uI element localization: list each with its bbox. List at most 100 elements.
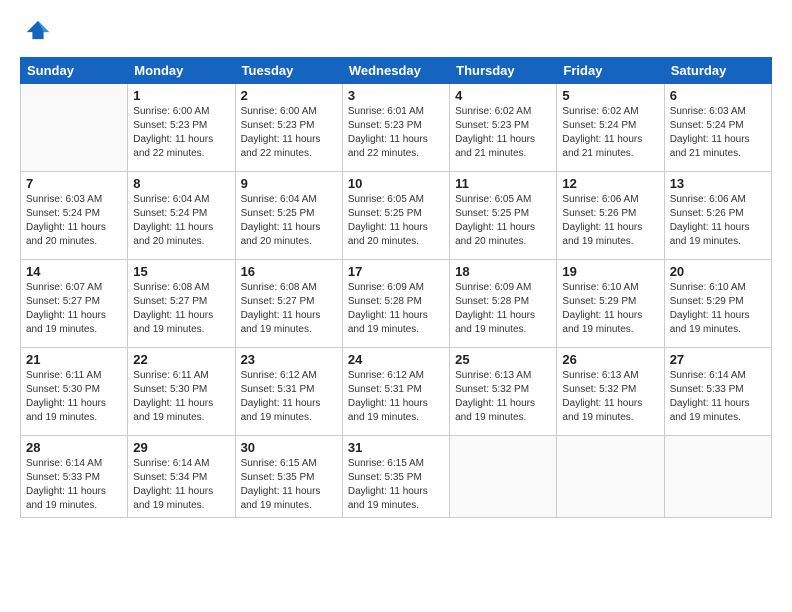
day-number: 14 <box>26 264 122 279</box>
day-info: Sunrise: 6:10 AM Sunset: 5:29 PM Dayligh… <box>562 281 658 337</box>
day-info: Sunrise: 6:07 AM Sunset: 5:27 PM Dayligh… <box>26 281 122 337</box>
header <box>20 16 772 49</box>
calendar-cell: 31 Sunrise: 6:15 AM Sunset: 5:35 PM Dayli… <box>342 436 449 518</box>
calendar-cell: 4 Sunrise: 6:02 AM Sunset: 5:23 PM Daylig… <box>450 84 557 172</box>
calendar-cell: 20 Sunrise: 6:10 AM Sunset: 5:29 PM Dayli… <box>664 260 771 348</box>
calendar-cell: 28 Sunrise: 6:14 AM Sunset: 5:33 PM Dayli… <box>21 436 128 518</box>
calendar-header-row: SundayMondayTuesdayWednesdayThursdayFrid… <box>21 58 772 84</box>
calendar-cell: 5 Sunrise: 6:02 AM Sunset: 5:24 PM Daylig… <box>557 84 664 172</box>
calendar-week-row: 7Sunrise: 6:03 AM Sunset: 5:24 PM Daylig… <box>21 172 772 260</box>
day-info: Sunrise: 6:12 AM Sunset: 5:31 PM Dayligh… <box>348 369 444 425</box>
day-info: Sunrise: 6:02 AM Sunset: 5:24 PM Dayligh… <box>562 105 658 161</box>
calendar-cell: 19 Sunrise: 6:10 AM Sunset: 5:29 PM Dayli… <box>557 260 664 348</box>
day-number: 30 <box>241 440 337 455</box>
day-number: 2 <box>241 88 337 103</box>
day-number: 5 <box>562 88 658 103</box>
calendar-cell: 25 Sunrise: 6:13 AM Sunset: 5:32 PM Dayli… <box>450 348 557 436</box>
day-info: Sunrise: 6:05 AM Sunset: 5:25 PM Dayligh… <box>455 193 551 249</box>
day-number: 22 <box>133 352 229 367</box>
day-info: Sunrise: 6:13 AM Sunset: 5:32 PM Dayligh… <box>562 369 658 425</box>
day-info: Sunrise: 6:02 AM Sunset: 5:23 PM Dayligh… <box>455 105 551 161</box>
calendar-week-row: 1 Sunrise: 6:00 AM Sunset: 5:23 PM Daylig… <box>21 84 772 172</box>
day-number: 26 <box>562 352 658 367</box>
calendar-cell: 9Sunrise: 6:04 AM Sunset: 5:25 PM Daylig… <box>235 172 342 260</box>
calendar-week-row: 21 Sunrise: 6:11 AM Sunset: 5:30 PM Dayli… <box>21 348 772 436</box>
day-info: Sunrise: 6:04 AM Sunset: 5:25 PM Dayligh… <box>241 193 337 249</box>
calendar-cell: 30 Sunrise: 6:15 AM Sunset: 5:35 PM Dayli… <box>235 436 342 518</box>
day-number: 17 <box>348 264 444 279</box>
day-number: 20 <box>670 264 766 279</box>
weekday-header: Wednesday <box>342 58 449 84</box>
day-number: 21 <box>26 352 122 367</box>
weekday-header: Saturday <box>664 58 771 84</box>
day-number: 1 <box>133 88 229 103</box>
calendar-cell: 3Sunrise: 6:01 AM Sunset: 5:23 PM Daylig… <box>342 84 449 172</box>
day-info: Sunrise: 6:00 AM Sunset: 5:23 PM Dayligh… <box>133 105 229 161</box>
calendar-cell: 24Sunrise: 6:12 AM Sunset: 5:31 PM Dayli… <box>342 348 449 436</box>
page: SundayMondayTuesdayWednesdayThursdayFrid… <box>0 0 792 612</box>
calendar-cell: 8 Sunrise: 6:04 AM Sunset: 5:24 PM Daylig… <box>128 172 235 260</box>
day-info: Sunrise: 6:05 AM Sunset: 5:25 PM Dayligh… <box>348 193 444 249</box>
weekday-header: Tuesday <box>235 58 342 84</box>
calendar-week-row: 28 Sunrise: 6:14 AM Sunset: 5:33 PM Dayli… <box>21 436 772 518</box>
day-info: Sunrise: 6:01 AM Sunset: 5:23 PM Dayligh… <box>348 105 444 161</box>
day-info: Sunrise: 6:00 AM Sunset: 5:23 PM Dayligh… <box>241 105 337 161</box>
calendar-cell: 11 Sunrise: 6:05 AM Sunset: 5:25 PM Dayli… <box>450 172 557 260</box>
logo <box>20 16 52 49</box>
day-number: 10 <box>348 176 444 191</box>
day-number: 6 <box>670 88 766 103</box>
day-info: Sunrise: 6:14 AM Sunset: 5:33 PM Dayligh… <box>26 457 122 513</box>
calendar-cell: 29Sunrise: 6:14 AM Sunset: 5:34 PM Dayli… <box>128 436 235 518</box>
day-info: Sunrise: 6:14 AM Sunset: 5:33 PM Dayligh… <box>670 369 766 425</box>
day-number: 25 <box>455 352 551 367</box>
calendar-cell: 14 Sunrise: 6:07 AM Sunset: 5:27 PM Dayli… <box>21 260 128 348</box>
day-info: Sunrise: 6:11 AM Sunset: 5:30 PM Dayligh… <box>133 369 229 425</box>
day-number: 27 <box>670 352 766 367</box>
calendar-cell: 13Sunrise: 6:06 AM Sunset: 5:26 PM Dayli… <box>664 172 771 260</box>
calendar-cell: 17 Sunrise: 6:09 AM Sunset: 5:28 PM Dayli… <box>342 260 449 348</box>
day-number: 29 <box>133 440 229 455</box>
day-number: 23 <box>241 352 337 367</box>
calendar-cell: 23Sunrise: 6:12 AM Sunset: 5:31 PM Dayli… <box>235 348 342 436</box>
calendar-cell: 2 Sunrise: 6:00 AM Sunset: 5:23 PM Daylig… <box>235 84 342 172</box>
day-info: Sunrise: 6:15 AM Sunset: 5:35 PM Dayligh… <box>348 457 444 513</box>
calendar-cell <box>557 436 664 518</box>
logo-icon <box>24 16 52 44</box>
calendar-cell: 10 Sunrise: 6:05 AM Sunset: 5:25 PM Dayli… <box>342 172 449 260</box>
day-number: 28 <box>26 440 122 455</box>
day-info: Sunrise: 6:06 AM Sunset: 5:26 PM Dayligh… <box>562 193 658 249</box>
calendar-cell: 27 Sunrise: 6:14 AM Sunset: 5:33 PM Dayli… <box>664 348 771 436</box>
day-info: Sunrise: 6:09 AM Sunset: 5:28 PM Dayligh… <box>348 281 444 337</box>
day-number: 11 <box>455 176 551 191</box>
calendar: SundayMondayTuesdayWednesdayThursdayFrid… <box>20 57 772 518</box>
calendar-cell: 7Sunrise: 6:03 AM Sunset: 5:24 PM Daylig… <box>21 172 128 260</box>
day-info: Sunrise: 6:09 AM Sunset: 5:28 PM Dayligh… <box>455 281 551 337</box>
calendar-cell: 22 Sunrise: 6:11 AM Sunset: 5:30 PM Dayli… <box>128 348 235 436</box>
day-number: 15 <box>133 264 229 279</box>
day-info: Sunrise: 6:15 AM Sunset: 5:35 PM Dayligh… <box>241 457 337 513</box>
day-info: Sunrise: 6:10 AM Sunset: 5:29 PM Dayligh… <box>670 281 766 337</box>
weekday-header: Thursday <box>450 58 557 84</box>
day-number: 12 <box>562 176 658 191</box>
calendar-cell: 26 Sunrise: 6:13 AM Sunset: 5:32 PM Dayli… <box>557 348 664 436</box>
day-number: 31 <box>348 440 444 455</box>
weekday-header: Sunday <box>21 58 128 84</box>
day-number: 18 <box>455 264 551 279</box>
day-info: Sunrise: 6:08 AM Sunset: 5:27 PM Dayligh… <box>133 281 229 337</box>
calendar-cell: 21Sunrise: 6:11 AM Sunset: 5:30 PM Dayli… <box>21 348 128 436</box>
weekday-header: Monday <box>128 58 235 84</box>
calendar-cell: 15 Sunrise: 6:08 AM Sunset: 5:27 PM Dayli… <box>128 260 235 348</box>
calendar-cell: 6Sunrise: 6:03 AM Sunset: 5:24 PM Daylig… <box>664 84 771 172</box>
calendar-cell <box>450 436 557 518</box>
calendar-cell <box>21 84 128 172</box>
day-number: 19 <box>562 264 658 279</box>
day-number: 13 <box>670 176 766 191</box>
day-info: Sunrise: 6:04 AM Sunset: 5:24 PM Dayligh… <box>133 193 229 249</box>
calendar-cell <box>664 436 771 518</box>
day-number: 4 <box>455 88 551 103</box>
day-info: Sunrise: 6:13 AM Sunset: 5:32 PM Dayligh… <box>455 369 551 425</box>
calendar-cell: 12 Sunrise: 6:06 AM Sunset: 5:26 PM Dayli… <box>557 172 664 260</box>
day-number: 8 <box>133 176 229 191</box>
day-number: 7 <box>26 176 122 191</box>
calendar-week-row: 14 Sunrise: 6:07 AM Sunset: 5:27 PM Dayli… <box>21 260 772 348</box>
